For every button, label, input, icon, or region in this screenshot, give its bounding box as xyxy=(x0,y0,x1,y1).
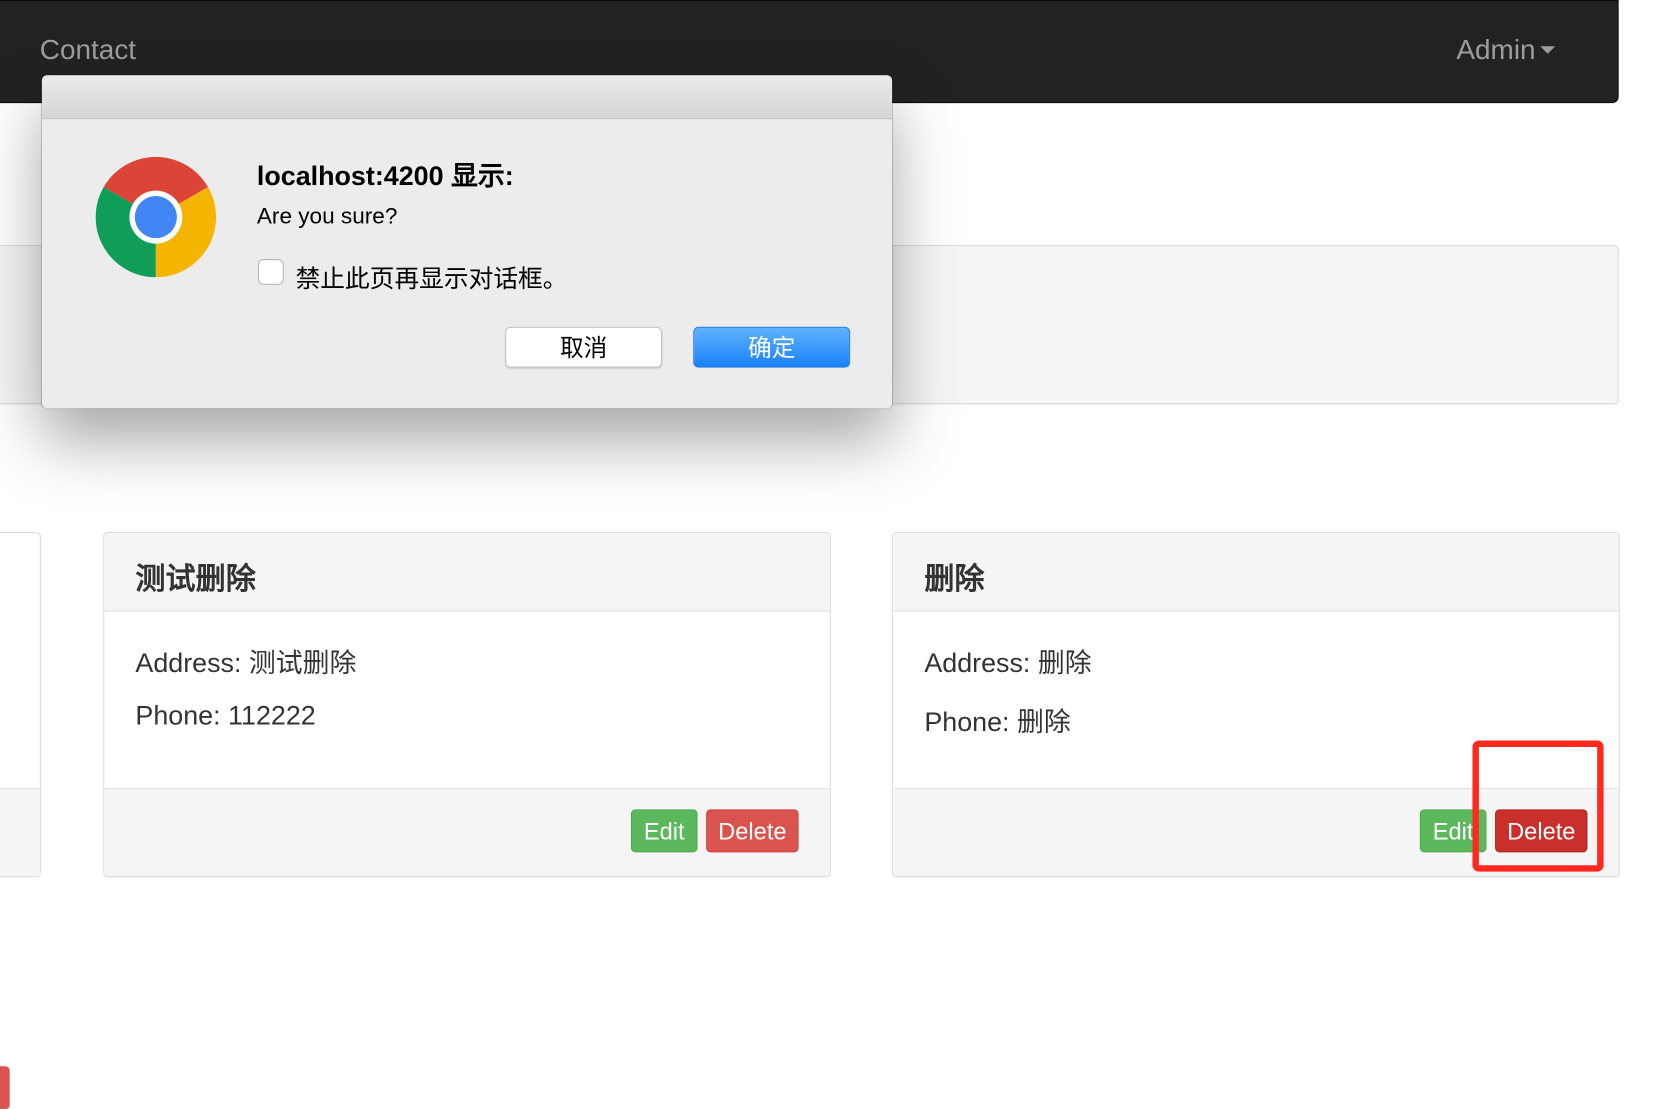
edit-button[interactable]: Edit xyxy=(630,809,698,853)
card-phone: Phone: 112222 xyxy=(135,700,316,731)
page-root: Contact Admin 测试删除 Address: 测试删除 Phone: … xyxy=(0,0,1666,1109)
contact-card: 测试删除 Address: 测试删除 Phone: 112222 Edit De… xyxy=(103,532,831,878)
caret-down-icon xyxy=(1539,45,1555,54)
suppress-dialogs-label[interactable]: 禁止此页再显示对话框。 xyxy=(296,258,568,295)
contact-card-partial xyxy=(0,532,41,1109)
card-footer: Edit Delete xyxy=(104,787,830,876)
delete-button[interactable]: Delete xyxy=(706,809,799,853)
admin-menu[interactable]: Admin xyxy=(1456,33,1555,66)
card-heading: 测试删除 xyxy=(104,533,830,612)
dialog-titlebar xyxy=(41,75,893,120)
delete-button-partial[interactable] xyxy=(0,1066,10,1109)
card-title: 测试删除 xyxy=(135,562,256,596)
card-address: Address: 删除 xyxy=(924,648,1092,679)
card-footer xyxy=(0,787,40,1109)
highlight-annotation-box xyxy=(1472,740,1604,872)
ok-button[interactable]: 确定 xyxy=(693,326,851,368)
chrome-logo-icon xyxy=(95,156,217,278)
dialog-heading: localhost:4200 显示: xyxy=(256,161,514,192)
card-phone: Phone: 删除 xyxy=(924,707,1071,738)
suppress-dialogs-checkbox[interactable] xyxy=(257,259,284,285)
admin-menu-label: Admin xyxy=(1456,33,1536,66)
card-title: 删除 xyxy=(924,562,985,596)
card-address: Address: 测试删除 xyxy=(135,648,357,679)
card-heading: 删除 xyxy=(893,533,1619,612)
cancel-button[interactable]: 取消 xyxy=(505,326,663,368)
confirm-dialog: localhost:4200 显示: Are you sure? 禁止此页再显示… xyxy=(41,75,893,409)
nav-link-contact[interactable]: Contact xyxy=(40,33,136,66)
dialog-message: Are you sure? xyxy=(256,204,398,229)
